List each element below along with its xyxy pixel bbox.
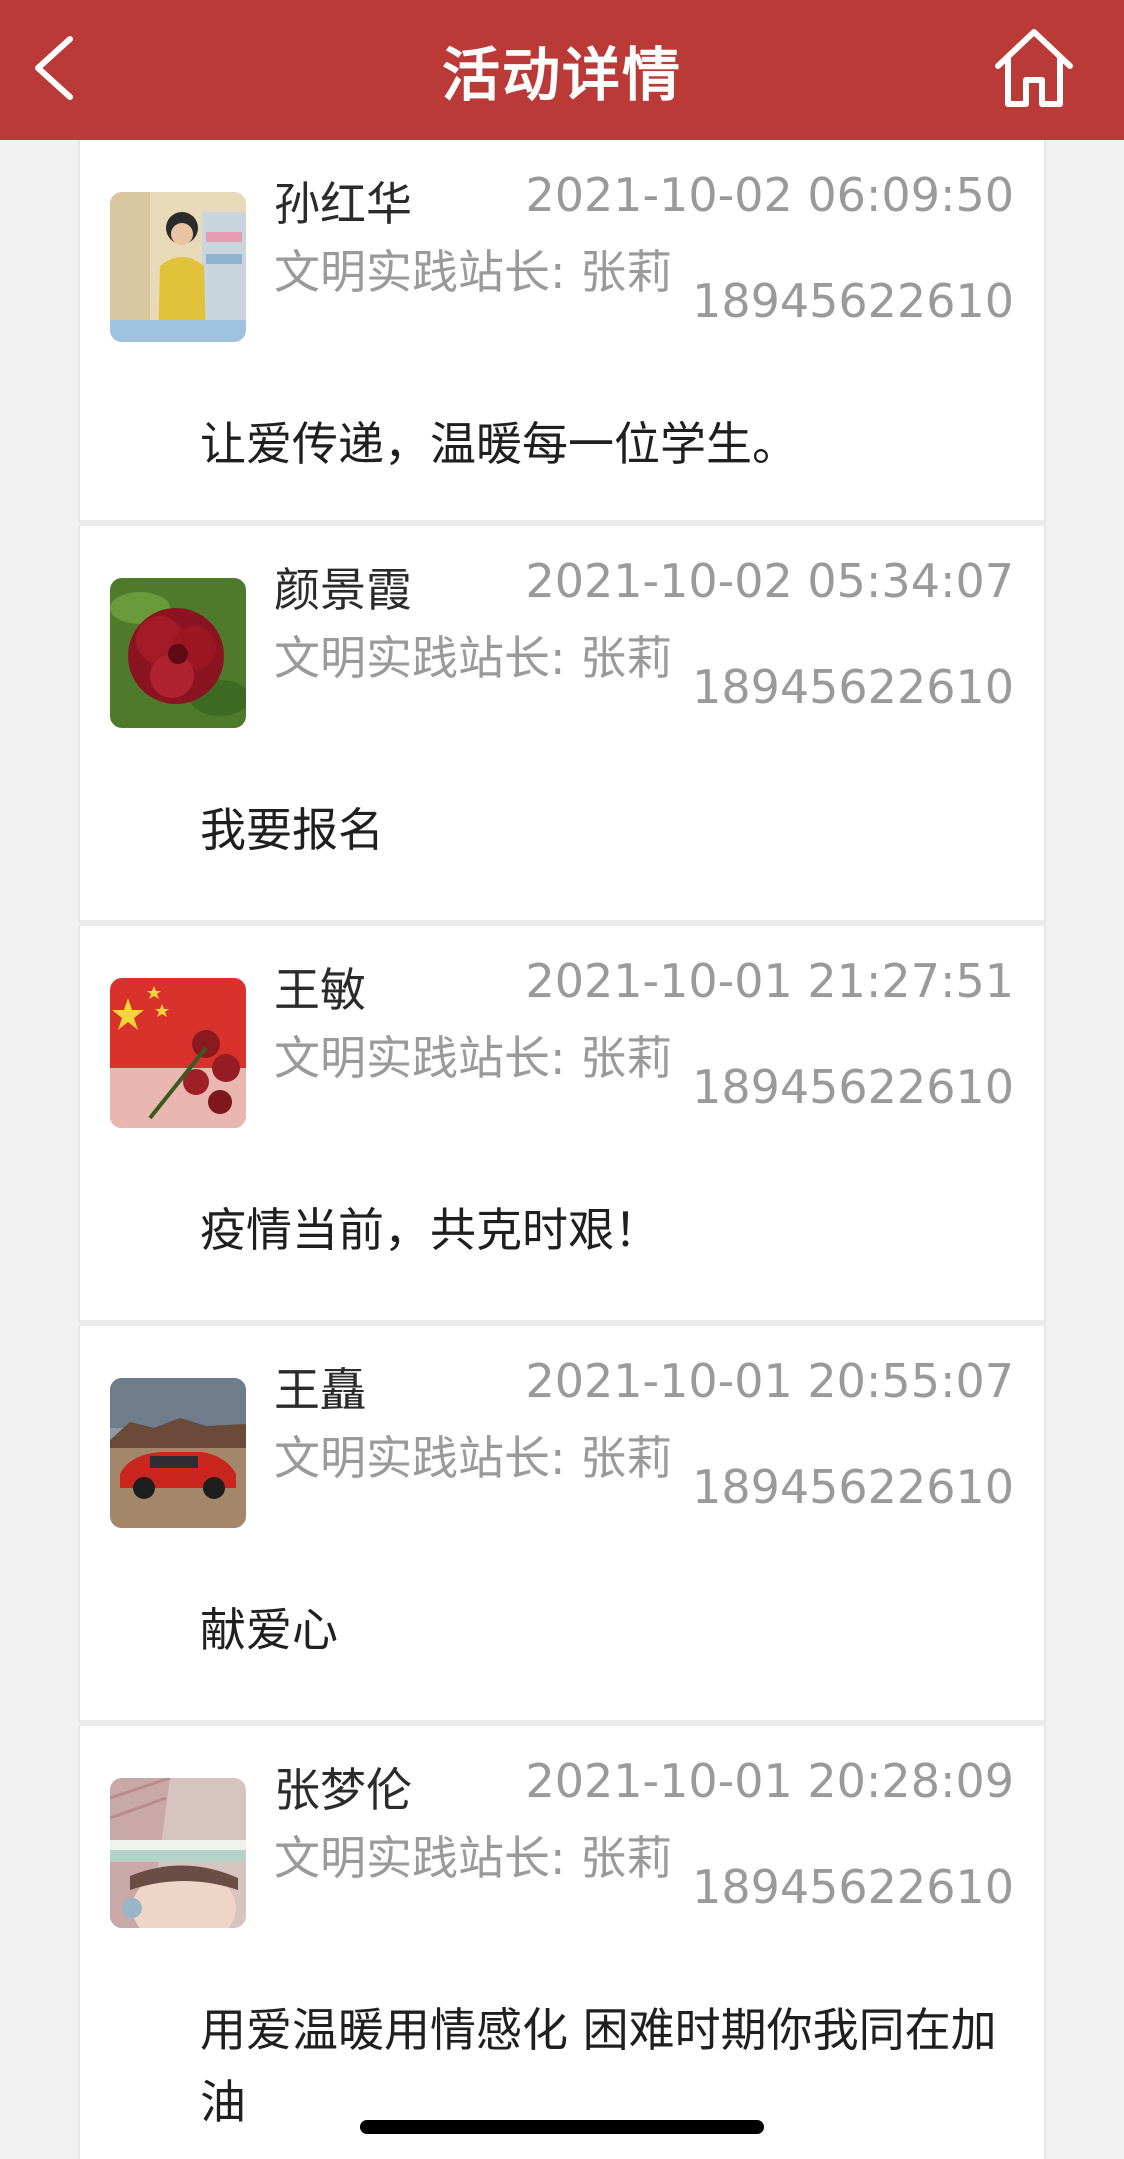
avatar[interactable] — [110, 192, 246, 342]
avatar[interactable] — [110, 978, 246, 1128]
commenter-name: 王敏 — [274, 963, 366, 1017]
avatar-photo-woman — [110, 192, 246, 342]
avatar[interactable] — [110, 1378, 246, 1528]
comment-message: 用爱温暖用情感化 困难时期你我同在加油 — [200, 2003, 997, 2129]
comment-message: 我要报名 — [200, 803, 384, 857]
avatar-photo-girl — [110, 1778, 246, 1928]
avatar-photo-flower — [110, 578, 246, 728]
home-indicator-bar — [360, 2120, 764, 2134]
commenter-role: 文明实践站长: 张莉 — [274, 1431, 673, 1485]
back-button[interactable] — [30, 30, 90, 106]
comment-card: 王敏 2021-10-01 21:27:51 文明实践站长: 张莉 189456… — [78, 926, 1046, 1326]
avatar[interactable] — [110, 578, 246, 728]
comment-time: 2021-10-02 05:34:07 — [525, 554, 1014, 608]
commenter-role: 文明实践站长: 张莉 — [274, 1831, 673, 1885]
commenter-role: 文明实践站长: 张莉 — [274, 631, 673, 685]
commenter-name: 孙红华 — [274, 177, 412, 231]
comment-time: 2021-10-01 20:55:07 — [525, 1354, 1014, 1408]
page-title: 活动详情 — [441, 41, 682, 109]
comment-card: 孙红华 2021-10-02 06:09:50 文明实践站长: 张莉 18945… — [78, 140, 1046, 526]
avatar-photo-flag-roses — [110, 978, 246, 1128]
contact-phone[interactable]: 18945622610 — [692, 660, 1014, 714]
home-icon — [995, 29, 1073, 107]
comment-list: 孙红华 2021-10-02 06:09:50 文明实践站长: 张莉 18945… — [78, 140, 1046, 2159]
commenter-role: 文明实践站长: 张莉 — [274, 1031, 673, 1085]
comment-message: 献爱心 — [200, 1603, 338, 1657]
comment-card: 王矗 2021-10-01 20:55:07 文明实践站长: 张莉 189456… — [78, 1326, 1046, 1726]
comment-time: 2021-10-01 20:28:09 — [525, 1754, 1014, 1808]
chevron-left-icon — [35, 36, 73, 100]
comment-message: 疫情当前，共克时艰！ — [200, 1203, 660, 1257]
contact-phone[interactable]: 18945622610 — [692, 1060, 1014, 1114]
commenter-name: 王矗 — [274, 1363, 366, 1417]
commenter-name: 张梦伦 — [274, 1763, 412, 1817]
contact-phone[interactable]: 18945622610 — [692, 1460, 1014, 1514]
comment-time: 2021-10-02 06:09:50 — [525, 168, 1014, 222]
contact-phone[interactable]: 18945622610 — [692, 274, 1014, 328]
avatar-photo-car — [110, 1378, 246, 1528]
avatar[interactable] — [110, 1778, 246, 1928]
comment-card: 张梦伦 2021-10-01 20:28:09 文明实践站长: 张莉 18945… — [78, 1726, 1046, 2159]
commenter-role: 文明实践站长: 张莉 — [274, 245, 673, 299]
contact-phone[interactable]: 18945622610 — [692, 1860, 1014, 1914]
comment-time: 2021-10-01 21:27:51 — [525, 954, 1014, 1008]
comment-message: 让爱传递，温暖每一位学生。 — [200, 417, 798, 471]
home-button[interactable] — [972, 22, 1096, 112]
comment-card: 颜景霞 2021-10-02 05:34:07 文明实践站长: 张莉 18945… — [78, 526, 1046, 926]
commenter-name: 颜景霞 — [274, 563, 412, 617]
top-bar: 活动详情 — [0, 0, 1124, 140]
